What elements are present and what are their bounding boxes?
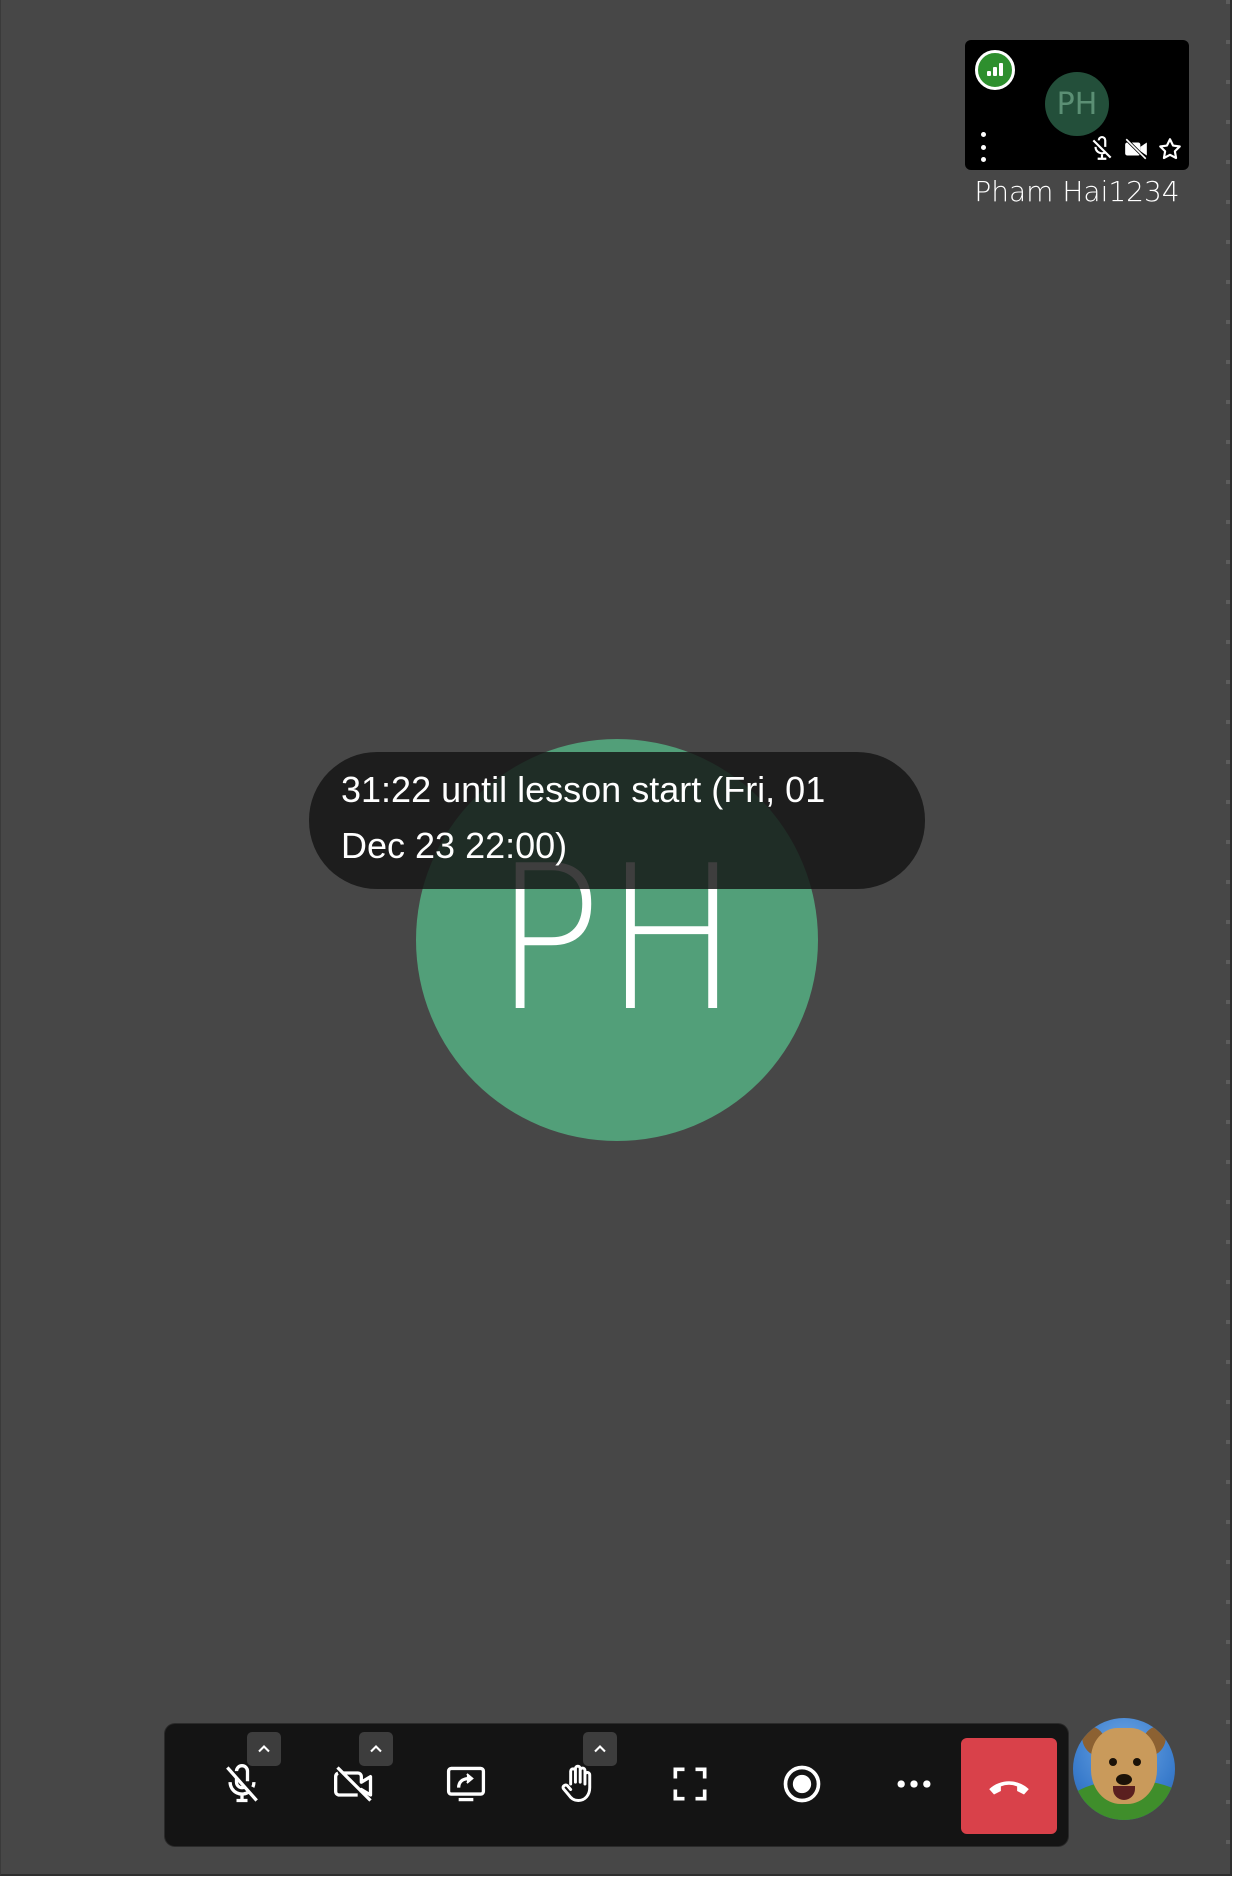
screen-share-button[interactable] <box>430 1748 502 1820</box>
chevron-up-icon <box>370 1745 382 1753</box>
record-button[interactable] <box>766 1748 838 1820</box>
call-toolbar <box>165 1724 1068 1846</box>
thumbnail-avatar: PH <box>1045 72 1109 136</box>
fullscreen-button[interactable] <box>654 1748 726 1820</box>
participant-thumbnail[interactable]: PH <box>965 40 1189 170</box>
mic-options-caret[interactable] <box>247 1732 281 1766</box>
record-icon <box>783 1765 821 1803</box>
reactions-options-caret[interactable] <box>583 1732 617 1766</box>
thumbnail-participant-name: Pham Hai1234 <box>974 175 1180 208</box>
more-options-button[interactable] <box>878 1748 950 1820</box>
star-icon[interactable] <box>1157 136 1183 162</box>
mic-off-icon <box>226 1764 258 1803</box>
more-horizontal-icon <box>897 1780 931 1788</box>
lesson-countdown-notice: 31:22 until lesson start (Fri, 01 Dec 23… <box>309 752 925 889</box>
video-stage: PH 31:22 until lesson start (Fri, 01 Dec… <box>0 0 1232 1876</box>
chevron-up-icon <box>594 1745 606 1753</box>
fullscreen-icon <box>673 1767 707 1801</box>
stage-edge-marks <box>1226 0 1230 1876</box>
self-view-avatar[interactable] <box>1073 1718 1175 1820</box>
mic-off-icon <box>1089 136 1115 160</box>
hangup-button[interactable] <box>961 1738 1057 1834</box>
camera-off-icon <box>1125 138 1147 160</box>
camera-off-icon <box>334 1766 373 1802</box>
connection-quality-icon[interactable] <box>975 50 1015 90</box>
camera-options-caret[interactable] <box>359 1732 393 1766</box>
hangup-icon <box>989 1781 1029 1795</box>
raise-hand-icon <box>561 1764 592 1802</box>
thumbnail-initials: PH <box>1056 86 1098 122</box>
screen-share-icon <box>446 1766 486 1802</box>
thumbnail-status-icons <box>1089 136 1183 162</box>
chevron-up-icon <box>258 1745 270 1753</box>
more-vertical-icon[interactable] <box>977 132 989 162</box>
